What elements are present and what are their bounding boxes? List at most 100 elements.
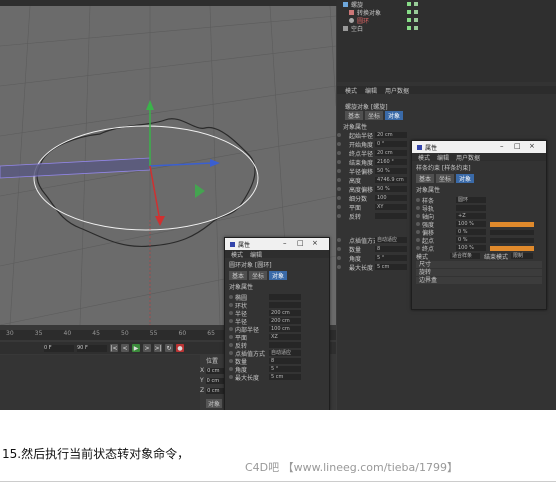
menu-item[interactable]: 用户数据 xyxy=(456,153,480,162)
enable-check[interactable] xyxy=(414,18,418,22)
attr-value[interactable]: 0 ° xyxy=(375,141,407,147)
param-value[interactable]: 0 % xyxy=(456,229,486,235)
attr-value[interactable]: 自动适应 xyxy=(375,237,407,243)
maximize-icon[interactable]: □ xyxy=(297,239,304,247)
param-value[interactable]: 8 xyxy=(269,358,301,364)
attr-value[interactable]: 50 % xyxy=(375,186,407,192)
attr-value[interactable]: 4746.9 cm xyxy=(375,177,407,183)
param-value[interactable]: 100 cm xyxy=(269,326,301,332)
menu-item[interactable]: 模式 xyxy=(231,250,243,259)
close-icon[interactable]: × xyxy=(529,142,535,150)
param-value[interactable]: 5 ° xyxy=(269,366,301,372)
keyframe-dot-icon[interactable] xyxy=(337,256,341,260)
attr-value[interactable]: XY xyxy=(375,204,407,210)
param-value[interactable]: XZ xyxy=(269,334,301,340)
attr-value[interactable]: 2160 ° xyxy=(375,159,407,165)
enable-check[interactable] xyxy=(414,2,418,6)
param-value[interactable]: 自动适应 xyxy=(269,350,301,356)
keyframe-dot-icon[interactable] xyxy=(337,151,341,155)
mode-select[interactable]: 适合样条 xyxy=(450,253,480,259)
coords-apply-button[interactable]: 对象 xyxy=(206,399,223,408)
keyframe-dot-icon[interactable] xyxy=(416,238,420,242)
keyframe-dot-icon[interactable] xyxy=(229,303,233,307)
param-value[interactable]: 200 cm xyxy=(269,310,301,316)
menu-item[interactable]: 编辑 xyxy=(250,250,262,259)
tab-basic[interactable]: 基本 xyxy=(345,111,364,120)
keyframe-dot-icon[interactable] xyxy=(416,206,420,210)
group-header[interactable]: 边界盒 xyxy=(416,277,542,284)
param-value[interactable]: 100 % xyxy=(456,245,486,251)
record-icon[interactable]: ● xyxy=(176,344,184,352)
keyframe-dot-icon[interactable] xyxy=(229,351,233,355)
param-value[interactable]: +Z xyxy=(456,213,486,219)
keyframe-dot-icon[interactable] xyxy=(337,142,341,146)
attr-value[interactable]: 50 % xyxy=(375,168,407,174)
keyframe-dot-icon[interactable] xyxy=(229,295,233,299)
attr-value[interactable]: 20 cm xyxy=(375,132,407,138)
loop-icon[interactable]: ↻ xyxy=(165,344,173,352)
window-titlebar[interactable]: 属性 – □ × xyxy=(412,141,546,153)
param-slider[interactable] xyxy=(490,229,534,235)
visibility-flag[interactable] xyxy=(407,18,411,22)
keyframe-dot-icon[interactable] xyxy=(229,311,233,315)
menu-item[interactable]: 模式 xyxy=(418,153,430,162)
param-slider[interactable] xyxy=(490,221,534,227)
visibility-flag[interactable] xyxy=(407,26,411,30)
keyframe-dot-icon[interactable] xyxy=(337,265,341,269)
attr-value[interactable]: 100 xyxy=(375,195,407,201)
param-value[interactable]: 圆环 xyxy=(456,197,486,203)
attr-value[interactable]: 8 xyxy=(375,246,407,252)
keyframe-dot-icon[interactable] xyxy=(416,222,420,226)
window-titlebar[interactable]: 属性 – □ × xyxy=(225,238,329,250)
minimize-icon[interactable]: – xyxy=(283,239,287,247)
keyframe-dot-icon[interactable] xyxy=(337,205,341,209)
keyframe-dot-icon[interactable] xyxy=(229,359,233,363)
param-value[interactable] xyxy=(269,294,301,300)
tab-object[interactable]: 对象 xyxy=(456,174,475,183)
attr-value[interactable]: 5 cm xyxy=(375,264,407,270)
param-value[interactable] xyxy=(456,205,486,211)
menu-item[interactable]: 编辑 xyxy=(437,153,449,162)
menu-item[interactable]: 编辑 xyxy=(365,86,377,95)
param-value[interactable]: 5 cm xyxy=(269,374,301,380)
menu-item[interactable]: 模式 xyxy=(345,86,357,95)
object-row[interactable]: 空白 xyxy=(343,24,363,33)
keyframe-dot-icon[interactable] xyxy=(337,169,341,173)
keyframe-dot-icon[interactable] xyxy=(337,214,341,218)
keyframe-dot-icon[interactable] xyxy=(229,319,233,323)
keyframe-dot-icon[interactable] xyxy=(337,187,341,191)
param-slider[interactable] xyxy=(490,245,534,251)
play-icon[interactable]: ▶ xyxy=(132,344,140,352)
keyframe-dot-icon[interactable] xyxy=(229,335,233,339)
menu-item[interactable]: 用户数据 xyxy=(385,86,409,95)
keyframe-dot-icon[interactable] xyxy=(337,238,341,242)
visibility-flag[interactable] xyxy=(407,2,411,6)
keyframe-dot-icon[interactable] xyxy=(337,133,341,137)
keyframe-dot-icon[interactable] xyxy=(416,214,420,218)
param-value[interactable]: 0 % xyxy=(456,237,486,243)
close-icon[interactable]: × xyxy=(312,239,318,247)
keyframe-dot-icon[interactable] xyxy=(416,230,420,234)
maximize-icon[interactable]: □ xyxy=(514,142,521,150)
end-mode-select[interactable]: 限制 xyxy=(511,253,534,259)
enable-check[interactable] xyxy=(414,26,418,30)
keyframe-dot-icon[interactable] xyxy=(416,246,420,250)
tab-object[interactable]: 对象 xyxy=(385,111,404,120)
minimize-icon[interactable]: – xyxy=(500,142,504,150)
tab-coords[interactable]: 坐标 xyxy=(249,271,268,280)
prev-key-icon[interactable]: < xyxy=(121,344,129,352)
attr-value[interactable] xyxy=(375,213,407,219)
tab-basic[interactable]: 基本 xyxy=(229,271,248,280)
param-value[interactable] xyxy=(269,342,301,348)
group-header[interactable]: 尺寸 xyxy=(416,261,542,268)
group-header[interactable]: 旋转 xyxy=(416,269,542,276)
visibility-flag[interactable] xyxy=(407,10,411,14)
attr-value[interactable]: 20 cm xyxy=(375,150,407,156)
tab-coords[interactable]: 坐标 xyxy=(436,174,455,183)
tab-coords[interactable]: 坐标 xyxy=(365,111,384,120)
tab-basic[interactable]: 基本 xyxy=(416,174,435,183)
keyframe-dot-icon[interactable] xyxy=(229,375,233,379)
go-start-icon[interactable]: |< xyxy=(110,344,118,352)
enable-check[interactable] xyxy=(414,10,418,14)
keyframe-dot-icon[interactable] xyxy=(337,160,341,164)
